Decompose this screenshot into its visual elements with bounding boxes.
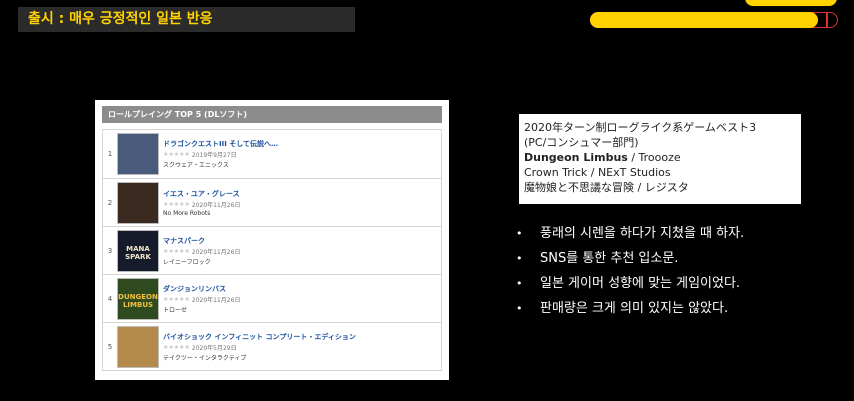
- release-date: 2020年11月26日: [191, 248, 241, 256]
- progress-bar: [590, 12, 840, 30]
- game-title-link[interactable]: ドラゴンクエストIII そして伝説へ…: [163, 139, 278, 149]
- game-cover-image: MANA SPARK: [117, 229, 159, 272]
- rank-meta: ★★★★★ 2020年11月26日: [163, 247, 240, 256]
- rating-stars-icon: ★★★★★: [163, 200, 190, 208]
- bullet-item: • SNS를 통한 추천 입소문.: [516, 246, 744, 271]
- game-title-link[interactable]: ダンジョンリンバス: [163, 284, 240, 294]
- bullet-list: • 풍래의 시렌을 하다가 지쳤을 때 하자. • SNS를 통한 추천 입소문. …: [516, 221, 744, 321]
- rank-meta: ★★★★★ 2020年11月26日: [163, 200, 240, 209]
- publisher: スクウェア・エニックス: [163, 162, 229, 169]
- bullet-icon: •: [516, 252, 523, 265]
- award-winner-1-developer: / Troooze: [627, 151, 681, 164]
- ranking-row: 5 バイオショック インフィニット コンプリート・エディション ★★★★★ 202…: [103, 322, 441, 370]
- bullet-text: SNS를 통한 추천 입소문.: [540, 251, 679, 266]
- bullet-icon: •: [516, 277, 523, 290]
- rank-info: ドラゴンクエストIII そして伝説へ… ★★★★★ 2019年9月27日 スクウェ…: [163, 139, 278, 169]
- bullet-text: 판매량은 크게 의미 있지는 않았다.: [540, 301, 729, 316]
- game-title-link[interactable]: イエス・ユア・グレース: [163, 189, 240, 199]
- bullet-text: 일본 게이머 성향에 맞는 게임이었다.: [540, 276, 741, 291]
- cover-text: MANA SPARK: [125, 244, 151, 261]
- release-date: 2020年11月26日: [191, 201, 241, 209]
- release-date: 2020年5月29日: [191, 344, 237, 352]
- rating-stars-icon: ★★★★★: [163, 151, 190, 158]
- release-date: 2019年9月27日: [191, 152, 237, 159]
- game-cover-image: [117, 133, 159, 175]
- publisher: テイクツー・インタラクティブ: [163, 354, 247, 362]
- progress-end-marker: [826, 13, 828, 27]
- game-title-link[interactable]: バイオショック インフィニット コンプリート・エディション: [163, 332, 356, 342]
- rating-stars-icon: ★★★★★: [163, 343, 190, 351]
- ranking-row: 3 MANA SPARK マナスパーク ★★★★★ 2020年11月26日 レイニ…: [103, 226, 441, 274]
- slide-title: 출시 : 매우 긍정적인 일본 반응: [18, 7, 355, 32]
- rank-meta: ★★★★★ 2020年11月26日: [163, 295, 240, 304]
- bullet-text: 풍래의 시렌을 하다가 지쳤을 때 하자.: [540, 226, 745, 241]
- rank-number: 4: [107, 294, 113, 303]
- publisher: No More Robots: [163, 209, 211, 217]
- award-category: (PC/コンシュマー部門): [524, 136, 639, 149]
- rank-meta: ★★★★★ 2019年9月27日: [163, 150, 278, 159]
- award-title: 2020年ターン制ローグライク系ゲームベスト3: [524, 121, 757, 134]
- ranking-screenshot: ロールプレイング TOP 5 (DLソフト) 1 ドラゴンクエストIII そして…: [95, 100, 449, 380]
- bullet-icon: •: [516, 227, 523, 240]
- game-cover-image: DUNGEON LIMBUS: [117, 277, 159, 320]
- bullet-item: • 풍래의 시렌을 하다가 지쳤을 때 하자.: [516, 221, 744, 246]
- ranking-row: 2 イエス・ユア・グレース ★★★★★ 2020年11月26日 No More R…: [103, 178, 441, 226]
- bullet-item: • 일본 게이머 성향에 맞는 게임이었다.: [516, 271, 744, 296]
- progress-tab: [745, 0, 837, 6]
- rank-info: イエス・ユア・グレース ★★★★★ 2020年11月26日 No More Rob…: [163, 189, 240, 217]
- release-date: 2020年11月26日: [191, 296, 241, 304]
- bullet-item: • 판매량은 크게 의미 있지는 않았다.: [516, 296, 744, 321]
- rank-info: バイオショック インフィニット コンプリート・エディション ★★★★★ 2020年…: [163, 332, 356, 362]
- game-title-link[interactable]: マナスパーク: [163, 236, 240, 246]
- award-info-box: 2020年ターン制ローグライク系ゲームベスト3 (PC/コンシュマー部門) Du…: [519, 114, 801, 204]
- rating-stars-icon: ★★★★★: [163, 295, 190, 303]
- rank-info: マナスパーク ★★★★★ 2020年11月26日 レイニーフロック: [163, 236, 240, 266]
- award-winner-3: 魔物娘と不思議な冒険 / レジスタ: [524, 181, 689, 194]
- bullet-icon: •: [516, 302, 523, 315]
- rank-number: 5: [107, 342, 113, 351]
- rank-number: 3: [107, 246, 113, 255]
- game-cover-image: [117, 181, 159, 224]
- game-cover-image: [117, 325, 159, 368]
- award-winner-1: Dungeon Limbus / Troooze: [524, 150, 796, 165]
- rank-info: ダンジョンリンバス ★★★★★ 2020年11月26日 トローゼ: [163, 284, 240, 314]
- rating-stars-icon: ★★★★★: [163, 247, 190, 255]
- ranking-row: 4 DUNGEON LIMBUS ダンジョンリンバス ★★★★★ 2020年11月…: [103, 274, 441, 322]
- ranking-list: 1 ドラゴンクエストIII そして伝説へ… ★★★★★ 2019年9月27日 スク…: [102, 129, 442, 371]
- ranking-header: ロールプレイング TOP 5 (DLソフト): [102, 106, 442, 123]
- progress-fill: [590, 12, 819, 28]
- rank-number: 1: [107, 150, 113, 158]
- rank-meta: ★★★★★ 2020年5月29日: [163, 343, 356, 352]
- publisher: トローゼ: [163, 306, 188, 314]
- award-winner-2: Crown Trick / NExT Studios: [524, 166, 671, 179]
- rank-number: 2: [107, 198, 113, 207]
- publisher: レイニーフロック: [163, 258, 211, 266]
- ranking-row: 1 ドラゴンクエストIII そして伝説へ… ★★★★★ 2019年9月27日 スク…: [103, 130, 441, 178]
- cover-text: DUNGEON LIMBUS: [118, 292, 158, 309]
- award-winner-1-game: Dungeon Limbus: [524, 151, 628, 164]
